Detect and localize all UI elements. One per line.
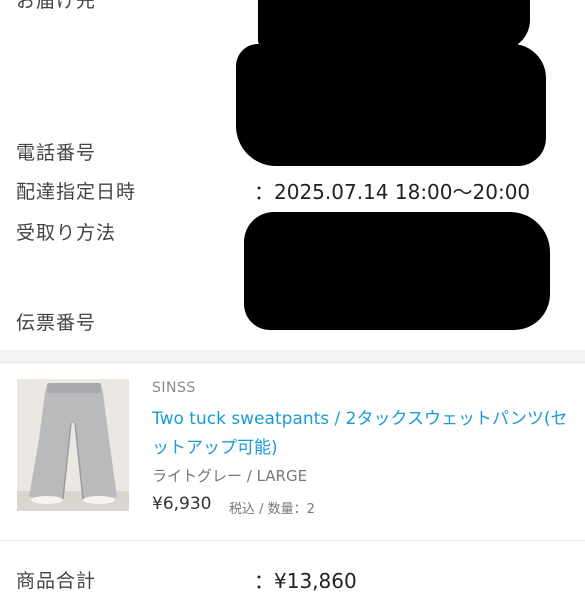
sweatpants-image — [17, 379, 129, 511]
delivery-date-label: 配達指定日時 — [16, 181, 137, 203]
phone-label: 電話番号 — [16, 142, 97, 164]
product-price: ¥6,930 — [152, 494, 212, 514]
section-separator — [0, 350, 585, 362]
subtotal-value: ：¥13,860 — [254, 569, 357, 593]
delivery-date-value: ：2025.07.14 18:00〜20:00 — [254, 180, 531, 204]
product-variant: ライトグレー / LARGE — [152, 467, 308, 485]
redacted-address-block-lower — [236, 44, 546, 166]
divider — [0, 540, 585, 541]
address-label: お届け先 — [16, 0, 97, 12]
divider — [0, 362, 585, 363]
slip-number-label: 伝票番号 — [16, 312, 97, 334]
redacted-receive-method — [244, 212, 550, 330]
subtotal-label: 商品合計 — [16, 570, 97, 592]
tax-and-quantity: 税込 / 数量：2 — [229, 502, 315, 517]
receive-method-label: 受取り方法 — [16, 222, 117, 244]
product-brand: SINSS — [152, 380, 196, 396]
redacted-address-block — [258, 0, 530, 50]
product-name-link[interactable]: Two tuck sweatpants / 2タックスウェットパンツ(セットアッ… — [152, 405, 572, 463]
product-thumbnail[interactable] — [17, 379, 129, 511]
